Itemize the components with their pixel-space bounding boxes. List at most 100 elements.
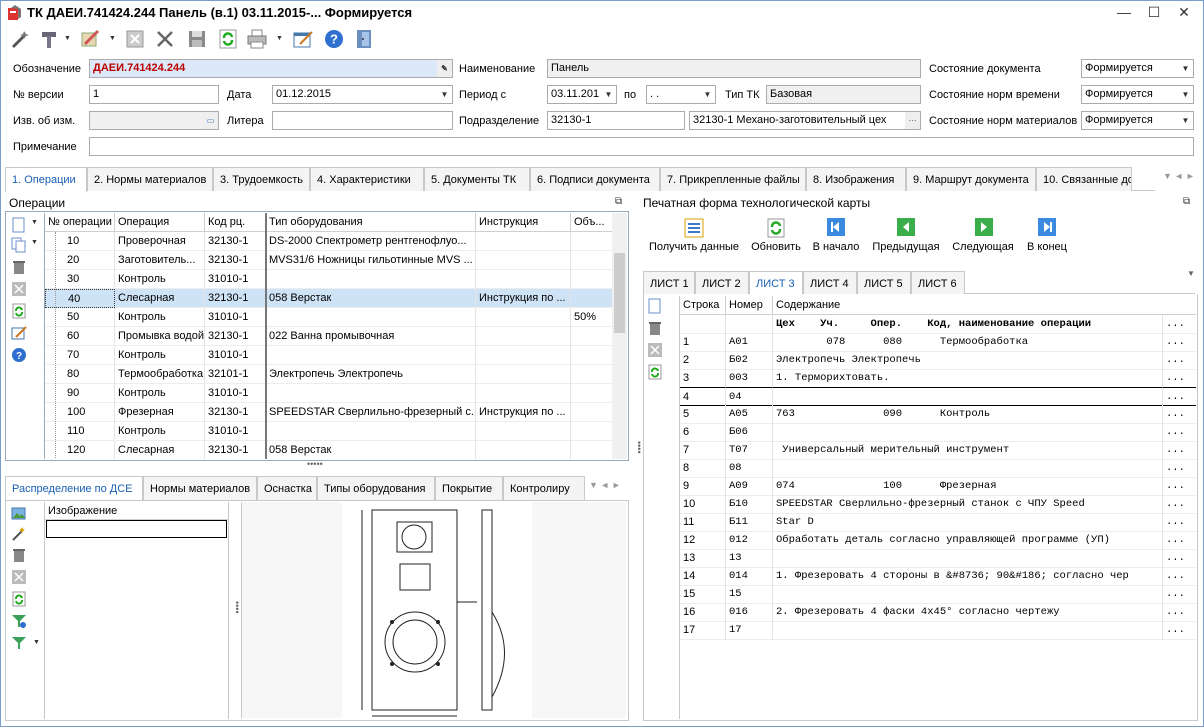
next-page-button[interactable]: Следующая (947, 241, 1019, 253)
operation-row[interactable]: 30 Контроль 31010-1 (45, 270, 612, 289)
copy-icon[interactable] (11, 237, 27, 253)
close-window-button[interactable]: ✕ (1169, 1, 1199, 23)
operation-row[interactable]: 110 Контроль 31010-1 (45, 422, 612, 441)
note-field[interactable] (89, 137, 1194, 156)
column-header[interactable]: Инструкция (476, 213, 571, 232)
print-row[interactable]: 2 Б02 Электропечь Электропечь... (680, 351, 1196, 370)
float-window-icon[interactable]: ⧉ (1183, 196, 1190, 207)
ellipsis-icon[interactable]: ··· (905, 112, 920, 129)
chevron-down-icon[interactable]: ▼ (1178, 112, 1193, 129)
period-to-field[interactable]: . . ▼ (646, 85, 716, 104)
folder-icon[interactable]: ▭ (203, 112, 218, 129)
refresh-icon[interactable] (647, 364, 663, 380)
filter-clear-icon[interactable] (11, 613, 27, 629)
cancel-icon[interactable] (124, 28, 146, 50)
print-scrollbar[interactable] (1182, 315, 1196, 719)
operation-row[interactable]: 120 Слесарная 32130-1 058 Верстак (45, 441, 612, 459)
refresh-icon[interactable] (765, 217, 787, 239)
operation-row[interactable]: 90 Контроль 31010-1 (45, 384, 612, 403)
tab-6[interactable]: 6. Подписи документа (530, 167, 660, 191)
cancel-icon[interactable] (11, 569, 27, 585)
sheet-tab-2[interactable]: ЛИСТ 2 (695, 271, 749, 294)
cancel-icon[interactable] (11, 281, 27, 297)
help-icon[interactable]: ? (11, 347, 27, 363)
print-row[interactable]: 12 012 Обработать деталь согласно управляю… (680, 531, 1196, 550)
print-icon[interactable] (246, 28, 268, 50)
bottom-tab-1[interactable]: Распределение по ДСЕ (5, 476, 143, 501)
copy-dropdown-icon[interactable]: ▼ (31, 239, 38, 246)
operation-row[interactable]: 20 Заготовитель... 32130-1 MVS31/6 Ножницы … (45, 251, 612, 270)
operations-scrollbar[interactable] (612, 213, 627, 459)
operation-row[interactable]: 10 Проверочная 32130-1 DS-2000 Спектрометр … (45, 232, 612, 251)
edit-pencil-icon[interactable]: ✎ (437, 60, 452, 77)
help-icon[interactable]: ? (323, 28, 345, 50)
print-row[interactable]: 9 А09 074 100 Фрезерная... (680, 477, 1196, 496)
chevron-down-icon[interactable]: ▼ (601, 86, 616, 103)
tab-2[interactable]: 2. Нормы материалов (87, 167, 213, 191)
column-header[interactable]: Номер (726, 296, 773, 315)
last-page-button[interactable]: В конец (1021, 241, 1073, 253)
date-field[interactable]: 01.12.2015 ▼ (272, 85, 453, 104)
trash-icon[interactable] (647, 320, 663, 336)
bottom-tab-6[interactable]: Контролиру (503, 476, 585, 500)
save-icon[interactable] (186, 28, 208, 50)
tab-8[interactable]: 8. Изображения (806, 167, 906, 191)
previous-page-button[interactable]: Предыдущая (867, 241, 945, 253)
operation-row[interactable]: 80 Термообработка 32101-1 Электропечь Элект… (45, 365, 612, 384)
column-header[interactable]: Тип оборудования (266, 213, 476, 232)
first-page-icon[interactable] (826, 217, 846, 237)
column-header[interactable]: Объ... (571, 213, 612, 232)
operation-row[interactable]: 60 Промывка водой 32130-1 022 Ванна промыво… (45, 327, 612, 346)
tab-scroll-arrows[interactable]: ▼ ◄ ► (1163, 171, 1195, 181)
image-add-icon[interactable] (11, 505, 27, 521)
sheet-tab-5[interactable]: ЛИСТ 5 (857, 271, 911, 294)
tab-1[interactable]: 1. Операции (5, 167, 87, 192)
print-subheader-row[interactable]: Цех Уч. Опер. Код, наименование операции… (680, 315, 1196, 334)
print-row[interactable]: 1 А01 078 080 Термообработка... (680, 333, 1196, 352)
first-page-button[interactable]: В начало (807, 241, 865, 253)
filter-dropdown-icon[interactable]: ▼ (33, 639, 40, 646)
litera-field[interactable] (272, 111, 453, 130)
print-row[interactable]: 4 04... (680, 387, 1196, 406)
minimize-button[interactable]: — (1109, 1, 1139, 23)
tab-9[interactable]: 9. Маршрут документа (906, 167, 1036, 191)
scrollbar-thumb[interactable] (614, 253, 625, 333)
image-list-item[interactable] (46, 520, 227, 538)
column-header[interactable]: Содержание (773, 296, 1196, 315)
next-page-icon[interactable] (974, 217, 994, 237)
trash-icon[interactable] (11, 259, 27, 275)
tab-5[interactable]: 5. Документы ТК (424, 167, 530, 191)
chevron-down-icon[interactable]: ▼ (1178, 86, 1193, 103)
add-dropdown-icon[interactable]: ▼ (31, 219, 38, 226)
tab-10[interactable]: 10. Связанные док (1036, 167, 1132, 191)
exit-icon[interactable] (353, 28, 375, 50)
sheet-tab-4[interactable]: ЛИСТ 4 (803, 271, 857, 294)
wand-icon[interactable] (9, 28, 31, 50)
change-notice-field[interactable]: ▭ (89, 111, 219, 130)
trash-icon[interactable] (11, 547, 27, 563)
print-row[interactable]: 16 016 2. Фрезеровать 4 фаски 4х45° соглас… (680, 603, 1196, 622)
print-row[interactable]: 13 13... (680, 549, 1196, 568)
previous-page-icon[interactable] (896, 217, 916, 237)
maximize-button[interactable]: ☐ (1139, 1, 1169, 23)
edit-form-icon[interactable] (292, 28, 314, 50)
operation-row[interactable]: 40 Слесарная 32130-1 058 Верстак Инструкция … (45, 289, 612, 308)
cancel-icon[interactable] (647, 342, 663, 358)
print-row[interactable]: 7 Т07 Универсальный мерительный инструмен… (680, 441, 1196, 460)
column-header[interactable]: Строка (680, 296, 726, 315)
name-field[interactable]: Панель (547, 59, 921, 78)
sheet-tab-1[interactable]: ЛИСТ 1 (643, 271, 695, 294)
tools-icon[interactable] (39, 28, 61, 50)
edit-doc-icon[interactable] (79, 28, 101, 50)
doc-state-select[interactable]: Формируется ▼ (1081, 59, 1194, 78)
chevron-down-icon[interactable]: ▼ (437, 86, 452, 103)
print-dropdown-icon[interactable]: ▼ (276, 35, 283, 42)
edit-form-icon[interactable] (11, 325, 27, 341)
print-row[interactable]: 15 15... (680, 585, 1196, 604)
period-from-field[interactable]: 03.11.201 ▼ (547, 85, 617, 104)
bottom-tab-3[interactable]: Оснастка (257, 476, 317, 500)
designation-field[interactable]: ДАЕИ.741424.244 ✎ (89, 59, 453, 78)
operation-row[interactable]: 70 Контроль 31010-1 (45, 346, 612, 365)
tk-type-field[interactable]: Базовая (766, 85, 921, 104)
bottom-tab-4[interactable]: Типы оборудования (317, 476, 435, 500)
